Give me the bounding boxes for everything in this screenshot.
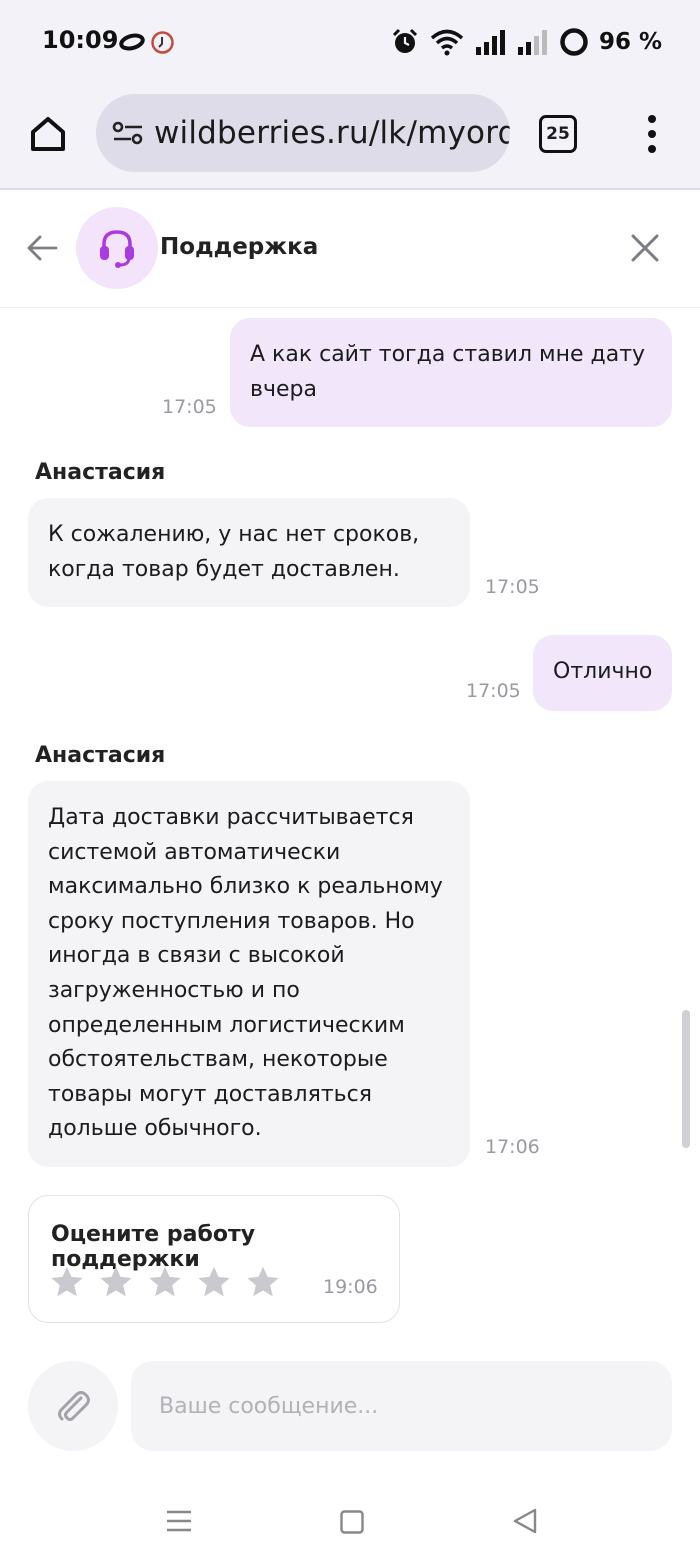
back-triangle-icon[interactable] [512,1508,538,1534]
paperclip-icon [58,1391,90,1421]
battery-level: 96 % [598,29,662,55]
message-input[interactable] [131,1361,672,1451]
star-icon[interactable] [196,1264,232,1300]
message-text-line: системой автоматически [48,839,341,865]
status-icons: 96 % [391,22,662,62]
message-text-line: сроку поступления товаров. Но [48,908,415,934]
support-avatar [76,207,158,289]
outgoing-message: Отлично [533,635,672,711]
message-text-line: определенным логистическим [48,1012,405,1038]
site-settings-icon[interactable] [112,119,144,147]
message-text-line: вчера [250,376,317,402]
timer-icon [151,31,174,54]
home-square-icon[interactable] [340,1510,364,1534]
sender-name: Анастасия [35,743,166,768]
message-composer [0,1332,700,1472]
battery-ring-icon [560,28,588,56]
star-icon[interactable] [49,1264,85,1300]
support-rating-card: Оцените работу поддержки 19:06 [28,1195,400,1323]
rating-time: 19:06 [323,1276,378,1298]
tab-switcher-button[interactable]: 25 [539,115,577,153]
star-icon[interactable] [98,1264,134,1300]
star-icon[interactable] [245,1264,281,1300]
rating-stars [49,1264,281,1300]
chat-header: Поддержка [0,190,700,308]
signal-strength-secondary-icon [517,30,547,55]
message-text-line: Отлично [553,659,653,684]
message-text-line: максимально близко к реальному [48,874,443,900]
message-time: 17:05 [162,396,217,418]
scrollbar[interactable] [682,1010,690,1148]
home-icon[interactable] [28,114,68,154]
message-text-line: дольше обычного. [48,1116,262,1142]
message-time: 17:05 [485,576,540,598]
sender-name: Анастасия [35,460,166,485]
message-text-line: К сожалению, у нас нет сроков, [48,522,420,547]
star-icon[interactable] [147,1264,183,1300]
message-text-line: А как сайт тогда ставил мне дату [250,342,646,367]
outgoing-message: А как сайт тогда ставил мне дату вчера [230,318,672,427]
attach-button[interactable] [28,1361,118,1451]
url-text: wildberries.ru/lk/myorde [154,115,510,151]
message-text-line: иногда в связи с высокой [48,943,345,969]
message-text-line: загруженностью и по [48,977,300,1003]
incoming-message: К сожалению, у нас нет сроков, когда тов… [28,498,470,607]
address-bar[interactable]: wildberries.ru/lk/myorde [96,94,510,172]
message-time: 17:05 [466,680,521,702]
message-text-line: Дата доставки рассчитывается [48,805,414,830]
recent-apps-icon[interactable] [166,1509,192,1533]
back-arrow-icon[interactable] [26,232,58,264]
system-navigation-bar [0,1472,700,1565]
message-time: 17:06 [485,1136,540,1158]
message-text-line: когда товар будет доставлен. [48,556,400,582]
browser-toolbar: wildberries.ru/lk/myorde 25 [0,84,700,190]
headset-icon [100,230,134,268]
chat-title: Поддержка [160,234,319,260]
close-icon[interactable] [630,233,660,263]
link-loop-icon [119,33,145,51]
message-text-line: товары могут доставляться [48,1081,372,1107]
more-options-icon[interactable] [644,114,660,154]
signal-strength-icon [475,30,505,55]
status-bar: 10:09 96 % [0,0,700,84]
message-text-line: обстоятельствам, некоторые [48,1047,388,1073]
wifi-icon [430,29,464,56]
status-time: 10:09 [42,26,119,54]
alarm-icon [392,28,417,53]
incoming-message: Дата доставки рассчитывается системой ав… [28,781,470,1167]
